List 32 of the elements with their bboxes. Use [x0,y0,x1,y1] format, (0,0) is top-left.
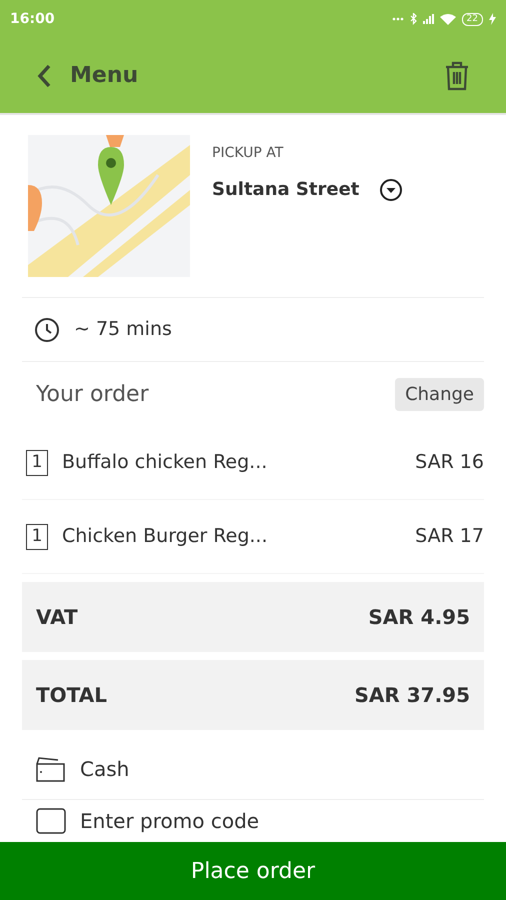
quantity-box: 1 [26,450,48,476]
pickup-time: ~ 75 mins [74,317,172,342]
wifi-icon [440,13,456,25]
pickup-label: PICKUP AT [212,144,284,163]
item-price: SAR 16 [415,450,484,476]
more-icon [392,17,404,21]
item-price: SAR 17 [415,524,484,550]
item-name: Buffalo chicken Reg... [62,450,268,476]
change-button[interactable]: Change [395,378,484,410]
section-title: Your order [36,380,149,408]
place-order-button[interactable]: Place order [0,842,506,900]
location-dropdown[interactable]: Sultana Street [212,176,404,203]
promo-code-field[interactable]: Enter promo code [80,808,380,835]
bluetooth-icon [410,13,417,25]
trash-icon[interactable] [444,60,470,90]
wallet-icon [36,756,66,782]
item-name: Chicken Burger Reg... [62,524,269,550]
payment-method: Cash [80,756,130,782]
clock-time: 16:00 [10,10,55,28]
back-icon [36,64,52,88]
total-value: SAR 37.95 [354,682,470,709]
quantity-box: 1 [26,524,48,550]
battery-level: 22 [462,12,483,26]
total-label: VAT [36,604,78,631]
coupon-icon [36,808,66,834]
total-value: SAR 4.95 [368,604,470,631]
back-button[interactable]: Menu [36,59,138,92]
total-label: TOTAL [36,682,107,709]
signal-icon [422,14,434,24]
clock-icon [34,316,60,342]
dropdown-icon [379,178,404,202]
charging-icon [489,13,496,25]
